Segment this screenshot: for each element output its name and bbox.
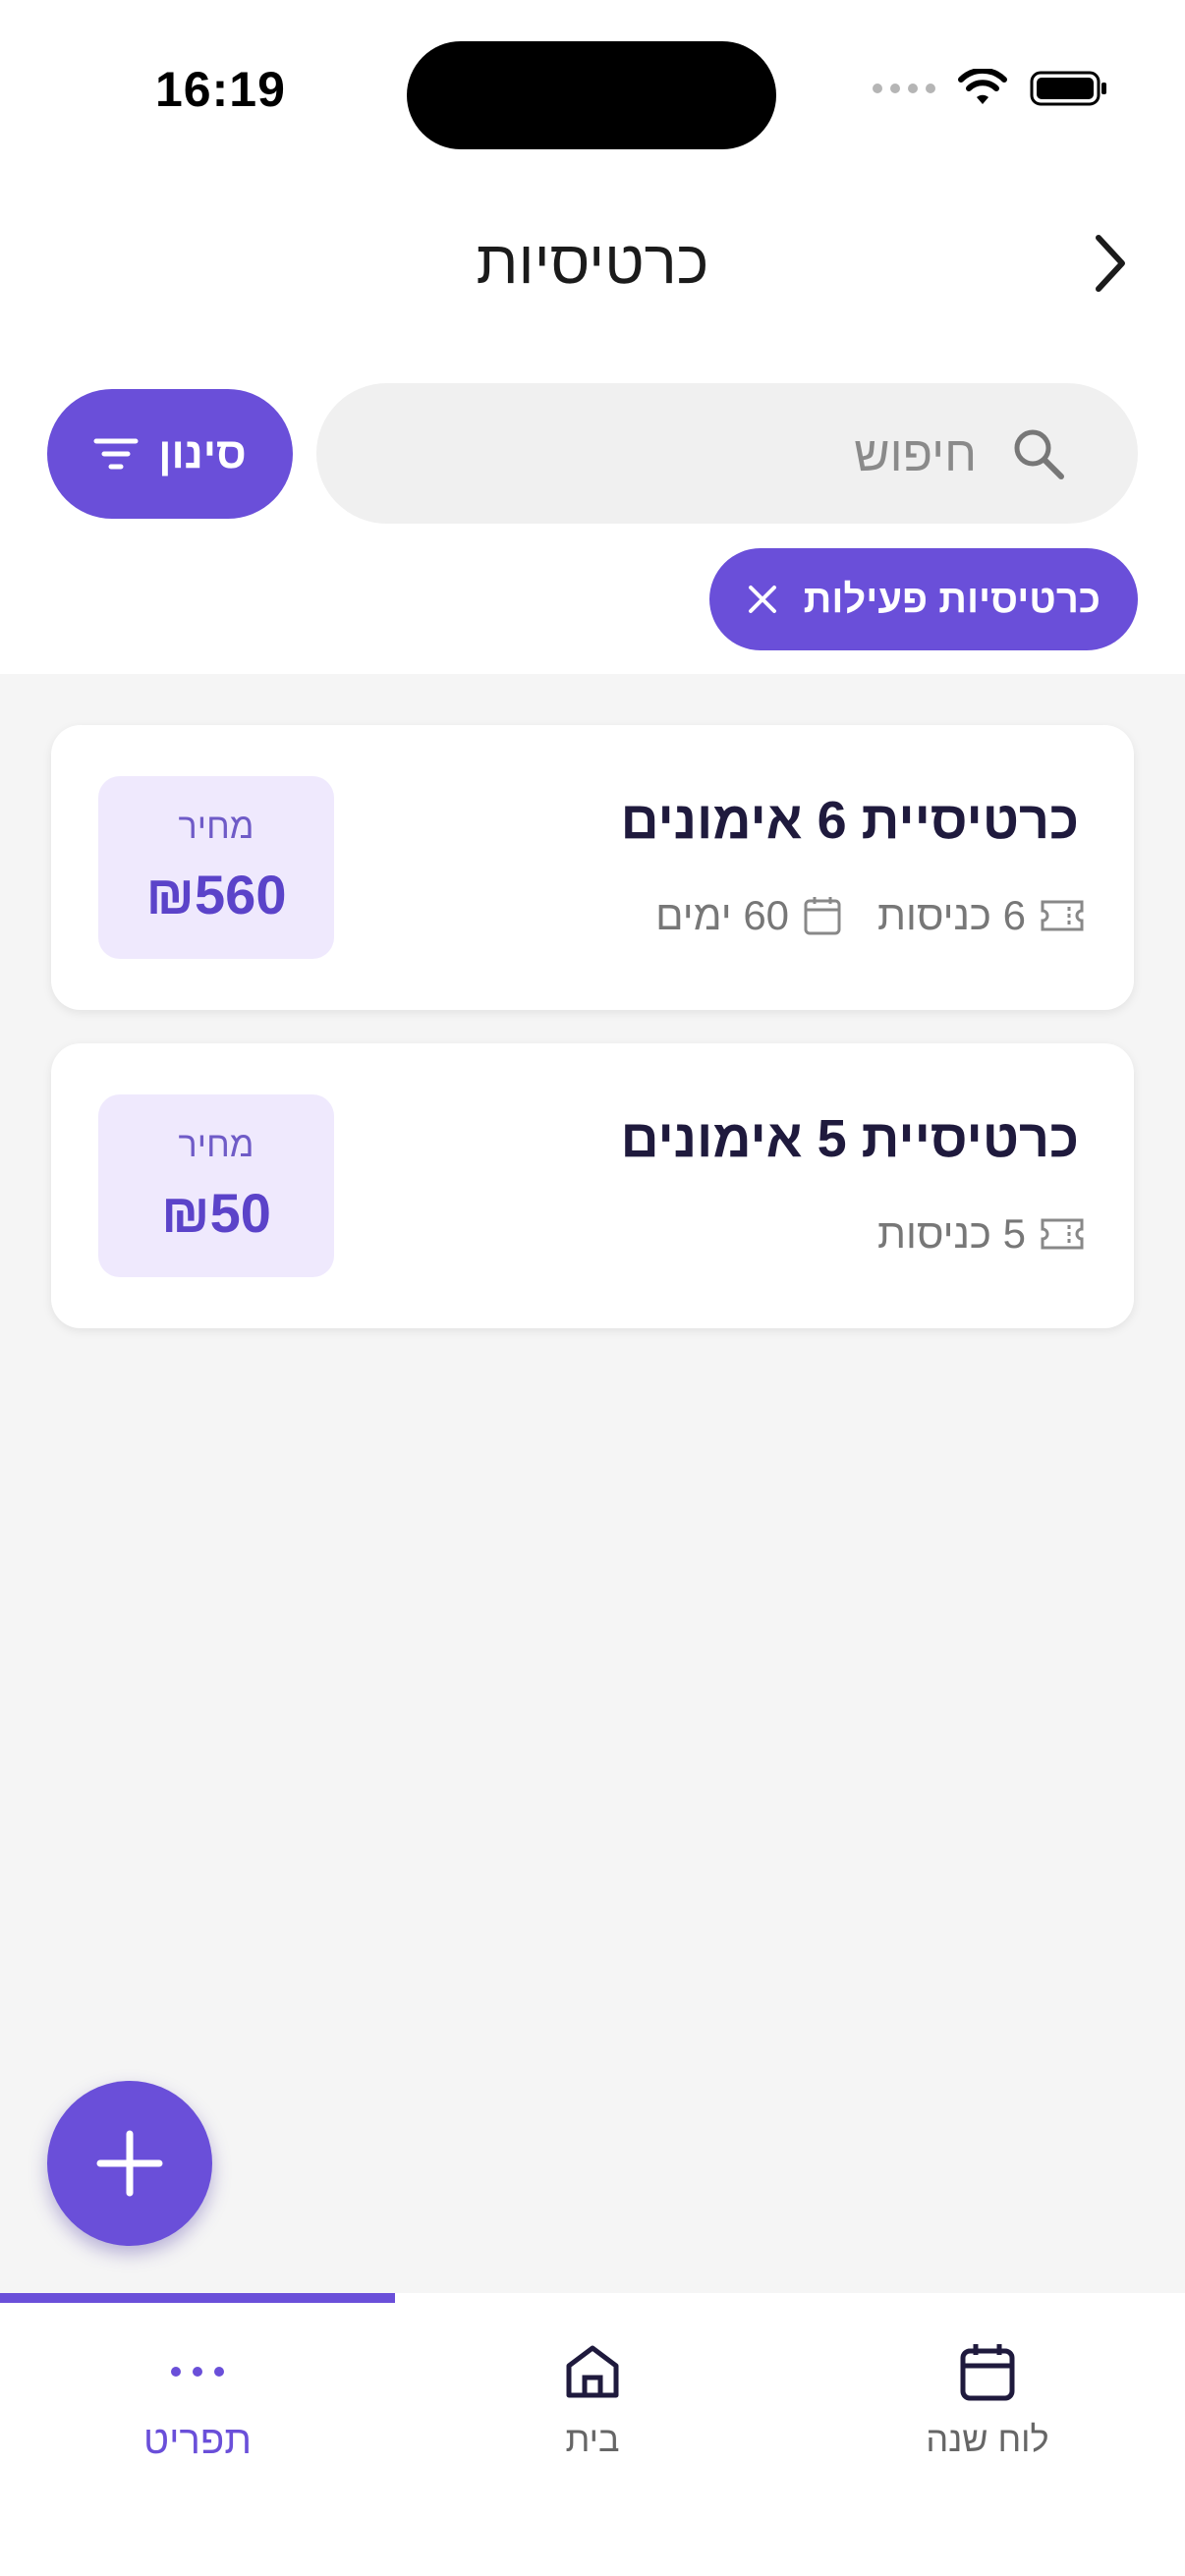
card-title: כרטיסיית 6 אימונים bbox=[620, 791, 1079, 850]
status-time: 16:19 bbox=[155, 62, 286, 117]
card-meta: 6 כניסות 60 ימים bbox=[655, 892, 1085, 939]
nav-item-home[interactable]: בית bbox=[395, 2332, 790, 2460]
ticket-icon bbox=[1041, 1218, 1084, 1250]
status-icons bbox=[873, 69, 1108, 108]
nav-item-calendar[interactable]: לוח שנה bbox=[790, 2332, 1185, 2460]
bottom-nav: תפריט בית לוח שנה bbox=[0, 2293, 1185, 2576]
active-filter-chip-label: כרטיסיות פעילות bbox=[803, 577, 1100, 621]
page-title: כרטיסיות bbox=[476, 229, 709, 297]
price-label: מחיר bbox=[178, 1124, 254, 1164]
search-icon bbox=[1010, 425, 1067, 482]
active-filter-chip[interactable]: כרטיסיות פעילות bbox=[708, 548, 1138, 650]
price-label: מחיר bbox=[178, 806, 254, 846]
card-item[interactable]: כרטיסיית 5 אימונים 5 כניסות מחיר ₪50 bbox=[51, 1043, 1134, 1328]
search-input[interactable] bbox=[424, 423, 979, 483]
nav-label: תפריט bbox=[143, 2419, 252, 2462]
cards-list: כרטיסיית 6 אימונים 6 כניסות 60 ימים מחיר… bbox=[0, 674, 1185, 2293]
plus-icon bbox=[96, 2130, 163, 2197]
card-title: כרטיסיית 5 אימונים bbox=[620, 1109, 1079, 1168]
filter-button[interactable]: סינון bbox=[47, 389, 293, 519]
ticket-icon bbox=[1041, 900, 1084, 931]
wifi-icon bbox=[958, 69, 1007, 104]
dynamic-island bbox=[407, 41, 776, 149]
add-button[interactable] bbox=[47, 2081, 212, 2246]
price-value: ₪50 bbox=[161, 1182, 271, 1244]
filter-button-label: סינון bbox=[158, 429, 247, 477]
price-value: ₪560 bbox=[145, 864, 287, 925]
nav-label: בית bbox=[565, 2419, 620, 2459]
calendar-icon bbox=[804, 897, 841, 935]
entries-meta: 6 כניסות bbox=[877, 892, 1085, 939]
price-box: מחיר ₪50 bbox=[98, 1094, 334, 1277]
card-meta: 5 כניסות bbox=[877, 1210, 1085, 1258]
back-button[interactable] bbox=[1071, 224, 1150, 303]
entries-meta: 5 כניסות bbox=[877, 1210, 1085, 1258]
filter-icon bbox=[93, 438, 139, 470]
duration-meta: 60 ימים bbox=[655, 892, 842, 939]
calendar-icon bbox=[790, 2332, 1185, 2411]
nav-item-menu[interactable]: תפריט bbox=[0, 2332, 395, 2463]
search-box[interactable] bbox=[316, 383, 1138, 524]
price-box: מחיר ₪560 bbox=[98, 776, 334, 959]
more-dots-icon bbox=[0, 2332, 395, 2411]
active-tab-indicator bbox=[0, 2293, 395, 2303]
card-item[interactable]: כרטיסיית 6 אימונים 6 כניסות 60 ימים מחיר… bbox=[51, 725, 1134, 1010]
chevron-right-icon bbox=[1096, 235, 1125, 292]
entries-count: 6 כניסות bbox=[877, 892, 1026, 938]
nav-label: לוח שנה bbox=[926, 2419, 1049, 2459]
close-icon[interactable] bbox=[747, 584, 778, 615]
duration-days: 60 ימים bbox=[655, 892, 790, 938]
entries-count: 5 כניסות bbox=[877, 1210, 1026, 1257]
home-icon bbox=[395, 2332, 790, 2411]
battery-icon bbox=[1030, 71, 1106, 106]
cellular-signal-icon bbox=[873, 84, 935, 93]
